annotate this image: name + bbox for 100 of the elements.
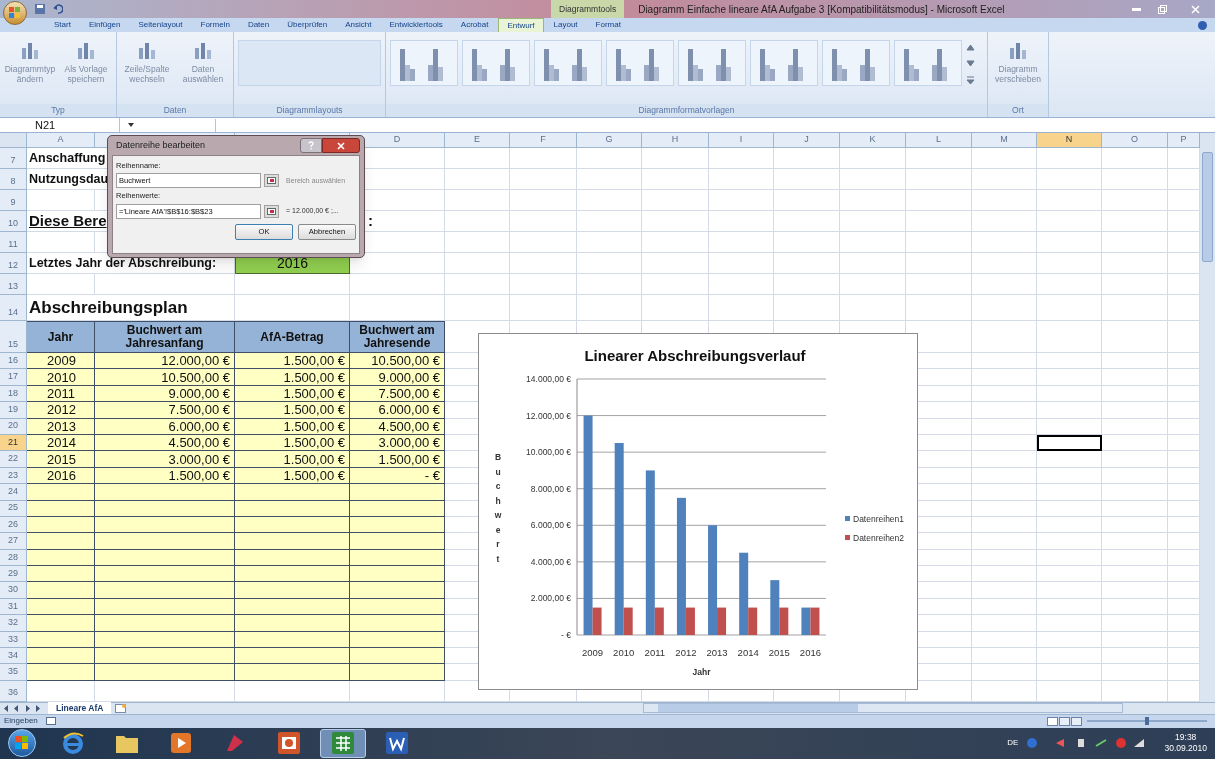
column-header[interactable]: A bbox=[27, 133, 95, 148]
column-header[interactable]: N bbox=[1037, 133, 1102, 148]
ribbon-button[interactable]: Diagramm verschieben bbox=[992, 36, 1044, 84]
column-header[interactable]: H bbox=[642, 133, 709, 148]
ribbon-tab[interactable]: Überprüfen bbox=[279, 18, 336, 32]
column-header[interactable]: F bbox=[510, 133, 577, 148]
chart-area[interactable]: Linearer Abschreibungsverlauf - € 2.000,00 € 4.000,00 € 6.000,00 € 8.000,00 € 10.000,00 € 12.000,00 € 14.000,00 € 2009 2010 2011 2012 2013 2014 2015 2016 Jahr Buchwert Datenreihen1 Datenreihen2 bbox=[478, 333, 918, 690]
name-box[interactable]: N21 bbox=[0, 118, 120, 132]
ribbon-tab[interactable]: Formeln bbox=[192, 18, 238, 32]
sheet-tab[interactable]: Lineare AfA bbox=[48, 702, 112, 715]
row-header[interactable]: 19 bbox=[0, 402, 27, 419]
ribbon-tab[interactable]: Einfügen bbox=[80, 18, 129, 32]
row-header[interactable]: 34 bbox=[0, 648, 27, 665]
grid-cell bbox=[972, 253, 1037, 274]
chart-style-thumbnail[interactable] bbox=[678, 40, 746, 86]
row-header[interactable]: 10 bbox=[0, 211, 27, 232]
office-button[interactable] bbox=[3, 1, 27, 25]
row-header[interactable]: 36 bbox=[0, 680, 27, 702]
ribbon-tab[interactable]: Seitenlayout bbox=[130, 18, 191, 32]
column-header[interactable]: L bbox=[906, 133, 972, 148]
undo-icon[interactable] bbox=[53, 4, 63, 14]
grid-cell bbox=[642, 148, 709, 169]
grid-cell bbox=[1037, 253, 1102, 274]
chart-style-thumbnail[interactable] bbox=[750, 40, 818, 86]
row-header[interactable]: 32 bbox=[0, 615, 27, 632]
ribbon-button[interactable]: Daten auswählen bbox=[177, 36, 229, 84]
sheet-navigation-icon[interactable] bbox=[4, 704, 40, 712]
macro-record-icon[interactable] bbox=[45, 717, 56, 726]
column-header[interactable]: P bbox=[1168, 133, 1200, 148]
row-header[interactable]: 22 bbox=[0, 451, 27, 468]
chart-style-thumbnail[interactable] bbox=[822, 40, 890, 86]
row-header[interactable]: 14 bbox=[0, 295, 27, 321]
table-cell: 1.500,00 € bbox=[235, 451, 350, 468]
row-header[interactable]: 29 bbox=[0, 566, 27, 583]
horizontal-scrollbar[interactable] bbox=[643, 703, 1124, 714]
chart-style-thumbnail[interactable] bbox=[894, 40, 962, 86]
row-header[interactable]: 12 bbox=[0, 253, 27, 274]
ribbon-button[interactable]: Zeile/Spalte wechseln bbox=[121, 36, 173, 84]
taskbar-app[interactable] bbox=[320, 728, 366, 758]
chart-style-thumbnail[interactable] bbox=[390, 40, 458, 86]
ribbon-tab[interactable]: Entwurf bbox=[498, 18, 544, 32]
ribbon-tab[interactable]: Entwicklertools bbox=[381, 18, 451, 32]
help-icon[interactable] bbox=[1198, 20, 1207, 30]
ribbon-tab[interactable]: Layout bbox=[545, 18, 586, 32]
grid-cell bbox=[1037, 582, 1102, 599]
row-header[interactable]: 16 bbox=[0, 353, 27, 370]
column-header[interactable]: O bbox=[1102, 133, 1168, 148]
view-buttons-icon[interactable] bbox=[1047, 716, 1083, 726]
chart-style-thumbnail[interactable] bbox=[462, 40, 530, 86]
row-header[interactable]: 9 bbox=[0, 190, 27, 211]
chart-style-thumbnail[interactable] bbox=[534, 40, 602, 86]
zoom-slider-thumb[interactable] bbox=[1145, 717, 1149, 726]
row-header[interactable]: 15 bbox=[0, 321, 27, 353]
ribbon-button[interactable]: Als Vorlage speichern bbox=[60, 36, 112, 84]
row-header[interactable]: 30 bbox=[0, 582, 27, 599]
ribbon-tab[interactable]: Start bbox=[46, 18, 79, 32]
close-button[interactable] bbox=[322, 138, 360, 153]
zoom-slider[interactable] bbox=[1087, 717, 1207, 726]
ribbon-tab[interactable]: Daten bbox=[239, 18, 278, 32]
dropdown-arrow-icon[interactable] bbox=[128, 123, 134, 127]
row-header[interactable]: 27 bbox=[0, 533, 27, 550]
row-header[interactable]: 24 bbox=[0, 484, 27, 501]
ribbon-tab[interactable]: Ansicht bbox=[337, 18, 380, 32]
ribbon-tab[interactable]: Format bbox=[587, 18, 629, 32]
grid-cell bbox=[906, 190, 972, 211]
grid-cell bbox=[774, 211, 840, 232]
table-header-cell: AfA-Betrag bbox=[235, 321, 350, 353]
minimize-icon bbox=[1131, 7, 1141, 11]
y-tick-label: 6.000,00 € bbox=[530, 520, 571, 531]
grid-cell bbox=[972, 434, 1037, 452]
grid-cell bbox=[510, 253, 577, 274]
save-icon[interactable] bbox=[35, 4, 45, 14]
grid-cell bbox=[972, 582, 1037, 599]
column-header[interactable]: J bbox=[774, 133, 840, 148]
range-select-button[interactable] bbox=[264, 174, 279, 188]
table-cell: 2010 bbox=[27, 369, 95, 386]
column-header[interactable]: M bbox=[972, 133, 1037, 148]
chart-style-thumbnail[interactable] bbox=[606, 40, 674, 86]
row-header[interactable]: 11 bbox=[0, 232, 27, 253]
column-header[interactable]: I bbox=[709, 133, 774, 148]
column-header[interactable]: K bbox=[840, 133, 906, 148]
grid-cell bbox=[1102, 664, 1168, 681]
column-header[interactable]: G bbox=[577, 133, 642, 148]
new-sheet-icon[interactable] bbox=[115, 703, 128, 713]
grid-cell bbox=[27, 664, 95, 681]
row-header[interactable]: 17 bbox=[0, 369, 27, 386]
range-select-button[interactable] bbox=[264, 204, 279, 218]
office-logo-icon bbox=[9, 7, 21, 19]
context-tab-group-label: Diagrammtools bbox=[551, 0, 625, 18]
start-button[interactable] bbox=[8, 729, 36, 758]
row-header[interactable]: 13 bbox=[0, 274, 27, 295]
column-header[interactable]: E bbox=[445, 133, 510, 148]
row-header[interactable]: 7 bbox=[0, 148, 27, 169]
ribbon-tab[interactable]: Acrobat bbox=[452, 18, 497, 32]
language-indicator[interactable]: DE bbox=[1007, 737, 1019, 750]
help-button[interactable] bbox=[300, 138, 322, 153]
vertical-scrollbar[interactable] bbox=[1200, 148, 1215, 702]
row-header[interactable]: 35 bbox=[0, 664, 27, 681]
ribbon-button[interactable]: Diagrammtyp ändern bbox=[4, 36, 56, 84]
row-header[interactable]: 8 bbox=[0, 169, 27, 190]
